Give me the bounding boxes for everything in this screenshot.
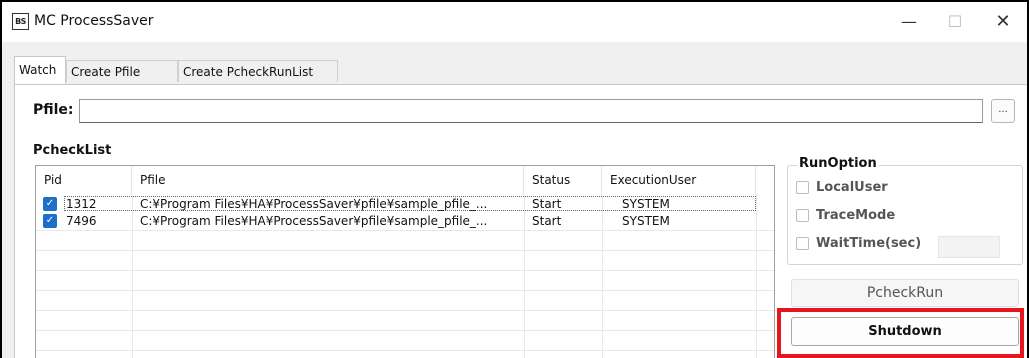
tab-create-pcheckrunlist[interactable]: Create PcheckRunList — [178, 60, 338, 82]
pchecklist-title: PcheckList — [33, 143, 112, 158]
tab-create-pfile[interactable]: Create Pfile — [66, 60, 178, 82]
grid-line — [36, 290, 774, 291]
waittime-label: WaitTime(sec) — [816, 236, 922, 251]
checkbox-box[interactable] — [796, 209, 809, 222]
tab-strip: Watch Create Pfile Create PcheckRunList — [14, 56, 1014, 86]
cell-executionuser: SYSTEM — [622, 197, 670, 211]
grid-line — [36, 330, 774, 331]
runoption-title: RunOption — [797, 156, 879, 171]
cell-pid: 7496 — [66, 214, 97, 228]
row-checkbox[interactable]: ✓ — [43, 214, 57, 228]
column-header-executionuser[interactable]: ExecutionUser — [602, 166, 756, 195]
pchecklist-listview[interactable]: Pid Pfile Status ExecutionUser ✓ 1312 C:… — [35, 165, 775, 358]
tracemode-label: TraceMode — [816, 208, 896, 223]
tab-watch[interactable]: Watch — [14, 56, 66, 84]
cell-pfile: C:¥Program Files¥HA¥ProcessSaver¥pfile¥s… — [140, 214, 488, 228]
table-row[interactable]: ✓ 7496 C:¥Program Files¥HA¥ProcessSaver¥… — [36, 213, 774, 230]
grid-line — [524, 195, 525, 358]
table-row[interactable]: ✓ 1312 C:¥Program Files¥HA¥ProcessSaver¥… — [36, 196, 774, 213]
grid-line — [36, 310, 774, 311]
row-checkbox[interactable]: ✓ — [43, 197, 57, 211]
column-header-pid[interactable]: Pid — [36, 166, 132, 195]
waittime-input[interactable] — [938, 236, 1000, 258]
grid-line — [36, 270, 774, 271]
grid-line — [132, 195, 133, 358]
app-window: BS MC ProcessSaver — ☐ ✕ Watch Create Pf… — [2, 2, 1027, 358]
window-title: MC ProcessSaver — [34, 13, 154, 29]
grid-line — [602, 195, 603, 358]
column-header-status[interactable]: Status — [524, 166, 602, 195]
browse-button[interactable]: ... — [991, 99, 1015, 123]
grid-line — [36, 230, 774, 231]
shutdown-highlight-box — [777, 308, 1024, 358]
cell-status: Start — [532, 214, 562, 228]
pcheckrun-button[interactable]: PcheckRun — [791, 279, 1019, 307]
app-icon: BS — [12, 13, 29, 30]
cell-executionuser: SYSTEM — [622, 214, 670, 228]
column-header-pfile[interactable]: Pfile — [132, 166, 524, 195]
pfile-label: Pfile: — [33, 102, 74, 118]
title-bar[interactable]: BS MC ProcessSaver — ☐ ✕ — [2, 2, 1027, 42]
runoption-group: RunOption LocalUser TraceMode WaitTime(s… — [787, 156, 1023, 265]
maximize-button[interactable]: ☐ — [932, 2, 978, 42]
cell-pid: 1312 — [66, 197, 97, 211]
pfile-input[interactable] — [79, 99, 983, 123]
list-header: Pid Pfile Status ExecutionUser — [36, 166, 774, 195]
cell-pfile: C:¥Program Files¥HA¥ProcessSaver¥pfile¥s… — [140, 197, 488, 211]
close-button[interactable]: ✕ — [980, 2, 1026, 42]
minimize-button[interactable]: — — [886, 2, 932, 42]
checkbox-box[interactable] — [796, 237, 809, 250]
localuser-label: LocalUser — [816, 180, 888, 195]
grid-line — [756, 195, 757, 358]
cell-status: Start — [532, 197, 562, 211]
grid-line — [36, 350, 774, 351]
checkbox-box[interactable] — [796, 181, 809, 194]
grid-line — [36, 250, 774, 251]
